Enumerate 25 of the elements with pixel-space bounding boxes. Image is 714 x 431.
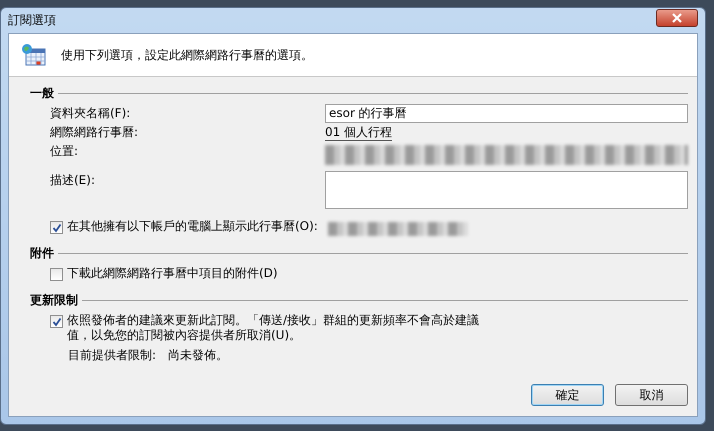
section-title: 附件 bbox=[30, 245, 54, 262]
calendar-name-text: 01 個人行程 bbox=[325, 125, 392, 141]
folder-name-field[interactable]: esor 的行事曆 bbox=[325, 104, 688, 123]
checkbox[interactable] bbox=[50, 221, 63, 234]
description-field[interactable] bbox=[325, 171, 688, 209]
checkbox-label: 依照發佈者的建議來更新此訂閱。「傳送/接收」群組的更新頻率不會高於建議值，以免您的訂閱被內容提供者所取消(U)。 bbox=[67, 313, 480, 343]
window-title: 訂閱選項 bbox=[8, 12, 56, 29]
field-label: 資料夾名稱(F): bbox=[50, 105, 132, 122]
limit-value: 尚未發佈。 bbox=[168, 347, 228, 364]
dialog-button[interactable]: 確定 bbox=[531, 384, 604, 406]
checkbox-label: 下載此網際網路行事曆中項目的附件(D) bbox=[67, 266, 278, 281]
checkbox[interactable] bbox=[50, 268, 63, 281]
close-button[interactable] bbox=[656, 8, 698, 26]
globe-calendar-icon bbox=[21, 43, 47, 67]
dialog-button[interactable]: 取消 bbox=[615, 384, 688, 406]
header-text: 使用下列選項，設定此網際網路行事曆的選項。 bbox=[61, 46, 313, 64]
checkbox[interactable] bbox=[50, 315, 63, 328]
close-icon bbox=[671, 12, 683, 22]
field-label: 網際網路行事曆: bbox=[50, 124, 140, 141]
limit-label: 目前提供者限制: bbox=[68, 347, 156, 364]
field-label: 描述(E): bbox=[50, 172, 96, 189]
field-label: 位置: bbox=[50, 143, 80, 160]
checkbox-label: 在其他擁有以下帳戶的電腦上顯示此行事曆(O): bbox=[67, 219, 318, 234]
section-title: 更新限制 bbox=[30, 292, 78, 309]
section-title: 一般 bbox=[30, 85, 54, 102]
